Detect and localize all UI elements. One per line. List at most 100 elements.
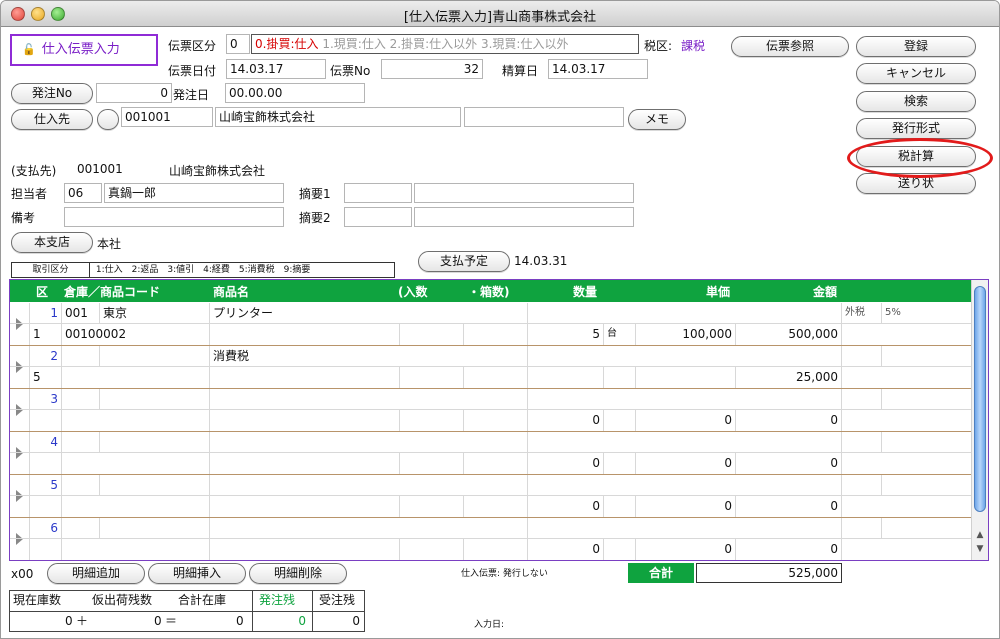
soko-code-cell[interactable]	[62, 475, 100, 496]
shiharai-yotei-button[interactable]: 支払予定	[418, 251, 510, 272]
kensaku-button[interactable]: 検索	[856, 91, 976, 112]
soko-code-cell[interactable]: 001	[62, 303, 100, 324]
product-code-cell[interactable]	[62, 367, 210, 388]
qty-cell[interactable]: 0	[528, 453, 604, 474]
kubun-cell[interactable]	[30, 453, 62, 474]
product-name-cell[interactable]	[210, 389, 528, 410]
tantou-name-field[interactable]: 真鍋一郎	[104, 183, 284, 203]
product-name-cell[interactable]	[210, 518, 528, 539]
unit-cell[interactable]: 台	[604, 324, 636, 345]
shiiresaki-extra-field[interactable]	[464, 107, 624, 127]
table-row[interactable]: 1 001 東京 プリンター 外税 5% 1 00100002 5 台 100,000 500,000	[10, 303, 972, 346]
unit-cell[interactable]	[604, 539, 636, 560]
scroll-up-arrow[interactable]: ▲	[972, 530, 988, 540]
spec-cell[interactable]	[210, 496, 400, 517]
product-name-cell[interactable]: 消費税	[210, 346, 528, 367]
unit-cell[interactable]	[604, 367, 636, 388]
denpyo-kubun-field[interactable]: 0	[226, 34, 250, 54]
insert-row-button[interactable]: 明細挿入	[148, 563, 246, 584]
shiiresaki-name-field[interactable]: 山崎宝飾株式会社	[215, 107, 461, 127]
memo-button[interactable]: メモ	[628, 109, 686, 130]
seisan-field[interactable]: 14.03.17	[548, 59, 648, 79]
shiiresaki-code-field[interactable]: 001001	[121, 107, 213, 127]
irisu-cell[interactable]	[400, 367, 464, 388]
soko-code-cell[interactable]	[62, 346, 100, 367]
amount-cell[interactable]: 0	[736, 410, 842, 431]
product-code-cell[interactable]	[62, 539, 210, 560]
price-cell[interactable]: 0	[636, 496, 736, 517]
delete-row-button[interactable]: 明細削除	[249, 563, 347, 584]
amount-cell[interactable]: 25,000	[736, 367, 842, 388]
price-cell[interactable]: 0	[636, 410, 736, 431]
soko-code-cell[interactable]	[62, 432, 100, 453]
table-row[interactable]: 3000	[10, 389, 972, 432]
spec-cell[interactable]	[210, 539, 400, 560]
irisu-cell[interactable]	[400, 453, 464, 474]
soko-name-cell[interactable]: 東京	[100, 303, 210, 324]
soko-name-cell[interactable]	[100, 346, 210, 367]
qty-cell[interactable]	[528, 367, 604, 388]
kubun-cell[interactable]	[30, 496, 62, 517]
scroll-thumb[interactable]	[974, 286, 986, 512]
tekiyou2-code-field[interactable]	[344, 207, 412, 227]
kubun-cell[interactable]	[30, 539, 62, 560]
irisu-cell[interactable]	[400, 539, 464, 560]
qty-cell[interactable]: 0	[528, 410, 604, 431]
product-code-cell[interactable]	[62, 410, 210, 431]
cancel-button[interactable]: キャンセル	[856, 63, 976, 84]
tekiyou1-text-field[interactable]	[414, 183, 634, 203]
soko-name-cell[interactable]	[100, 518, 210, 539]
note-cell[interactable]	[842, 324, 972, 345]
table-row[interactable]: 5000	[10, 475, 972, 518]
kubun-cell[interactable]: 5	[30, 367, 62, 388]
product-name-cell[interactable]: プリンター	[210, 303, 528, 324]
qty-cell[interactable]: 5	[528, 324, 604, 345]
hacchu-date-field[interactable]: 00.00.00	[225, 83, 365, 103]
note-cell[interactable]	[842, 453, 972, 474]
kubun-cell[interactable]	[30, 410, 62, 431]
unit-cell[interactable]	[604, 496, 636, 517]
amount-cell[interactable]: 0	[736, 539, 842, 560]
soko-name-cell[interactable]	[100, 475, 210, 496]
note-cell[interactable]	[842, 539, 972, 560]
spec-cell[interactable]	[210, 410, 400, 431]
soko-code-cell[interactable]	[62, 389, 100, 410]
bikou-field[interactable]	[64, 207, 284, 227]
qty-cell[interactable]: 0	[528, 539, 604, 560]
price-cell[interactable]: 100,000	[636, 324, 736, 345]
kubun-cell[interactable]: 1	[30, 324, 62, 345]
hakkou-keishiki-button[interactable]: 発行形式	[856, 118, 976, 139]
tekiyou2-text-field[interactable]	[414, 207, 634, 227]
product-code-cell[interactable]	[62, 496, 210, 517]
hacchu-no-button[interactable]: 発注No	[11, 83, 93, 104]
touroku-button[interactable]: 登録	[856, 36, 976, 57]
hakosu-cell[interactable]	[464, 539, 528, 560]
hakosu-cell[interactable]	[464, 324, 528, 345]
amount-cell[interactable]: 0	[736, 453, 842, 474]
product-name-cell[interactable]	[210, 432, 528, 453]
amount-cell[interactable]: 0	[736, 496, 842, 517]
qty-cell[interactable]: 0	[528, 496, 604, 517]
note-cell[interactable]	[842, 410, 972, 431]
hakosu-cell[interactable]	[464, 367, 528, 388]
tekiyou1-code-field[interactable]	[344, 183, 412, 203]
table-row[interactable]: 4000	[10, 432, 972, 475]
price-cell[interactable]: 0	[636, 539, 736, 560]
table-row[interactable]: 6000	[10, 518, 972, 560]
shiiresaki-lookup-button[interactable]	[97, 109, 119, 130]
price-cell[interactable]: 0	[636, 453, 736, 474]
note-cell[interactable]	[842, 367, 972, 388]
irisu-cell[interactable]	[400, 410, 464, 431]
price-cell[interactable]	[636, 367, 736, 388]
hakosu-cell[interactable]	[464, 496, 528, 517]
soko-name-cell[interactable]	[100, 389, 210, 410]
unit-cell[interactable]	[604, 410, 636, 431]
denpyo-sansho-button[interactable]: 伝票参照	[731, 36, 849, 57]
product-code-cell[interactable]	[62, 453, 210, 474]
date-field[interactable]: 14.03.17	[226, 59, 326, 79]
honshiten-button[interactable]: 本支店	[11, 232, 93, 253]
product-code-cell[interactable]: 00100002	[62, 324, 210, 345]
soko-code-cell[interactable]	[62, 518, 100, 539]
product-name-cell[interactable]	[210, 475, 528, 496]
hacchu-no-field[interactable]: 0	[96, 83, 172, 103]
